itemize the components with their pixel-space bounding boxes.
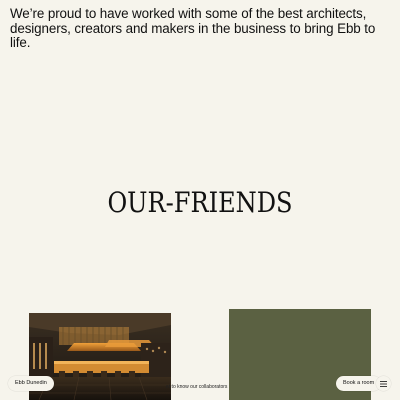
hamburger-menu-icon — [380, 380, 387, 387]
location-button[interactable]: Ebb Dunedin — [8, 376, 54, 391]
menu-button[interactable] — [376, 376, 391, 391]
collaborators-caption: et to know our collaborators — [166, 384, 228, 390]
page-title: OUR-FRIENDS — [107, 186, 293, 219]
book-a-room-button[interactable]: Book a room — [336, 376, 382, 391]
intro-text: We’re proud to have worked with some of … — [10, 6, 376, 51]
